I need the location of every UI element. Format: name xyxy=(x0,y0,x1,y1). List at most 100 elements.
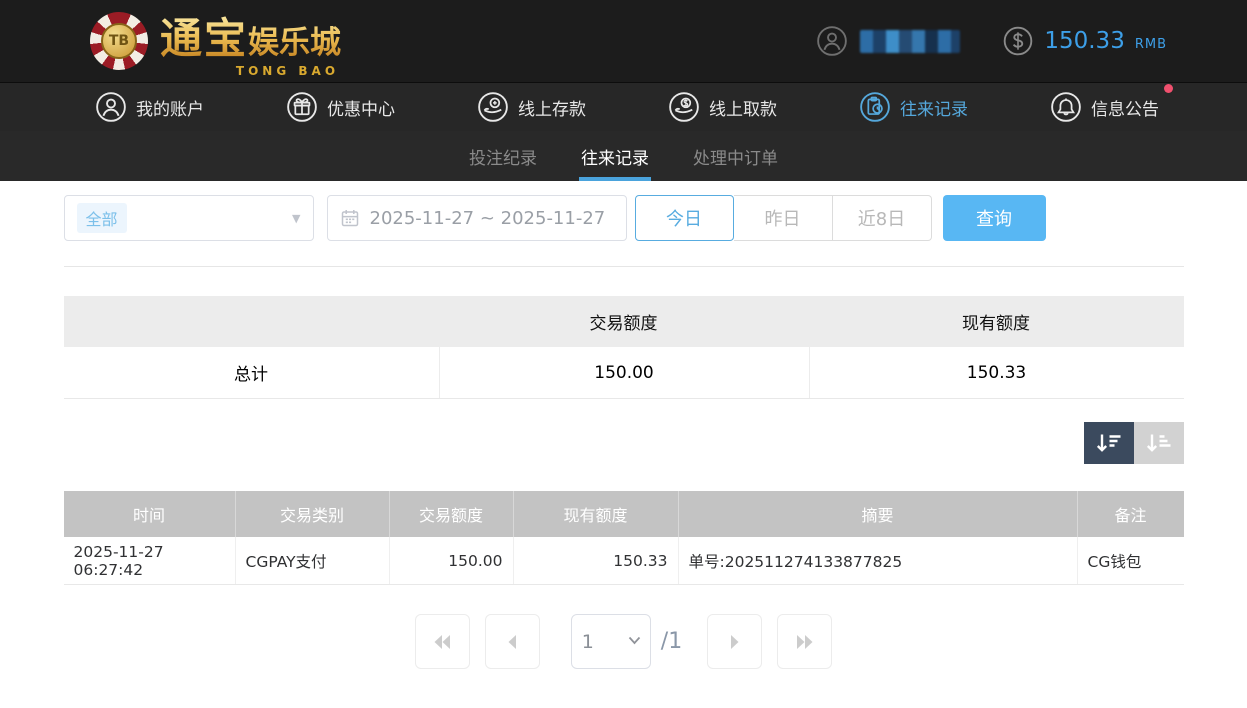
nav-label: 线上取款 xyxy=(709,99,777,120)
username-blurred xyxy=(860,29,961,53)
col-header-note: 备注 xyxy=(1076,491,1184,537)
nav-label: 优惠中心 xyxy=(327,99,395,120)
table-row: 2025-11-27 06:27:42 CGPAY支付 150.00 150.3… xyxy=(63,537,1184,585)
period-today-button[interactable]: 今日 xyxy=(634,195,734,241)
content: 全部 ▼ 2025-11-27 ~ 2025-11-27 今日 昨日 近8日 查… xyxy=(63,181,1184,669)
gift-icon xyxy=(287,92,317,122)
transactions-table: 时间 交易类别 交易额度 现有额度 摘要 备注 2025-11-27 06:27… xyxy=(63,491,1184,585)
cell-time: 2025-11-27 06:27:42 xyxy=(73,542,164,579)
nav-item-deposit[interactable]: 线上存款 xyxy=(477,91,586,123)
nav-item-announcements[interactable]: 信息公告 xyxy=(1050,84,1173,123)
summary-header-current-balance: 现有额度 xyxy=(962,314,1030,334)
deposit-hand-coin-icon xyxy=(478,92,508,122)
col-header-time: 时间 xyxy=(132,506,165,525)
bell-icon xyxy=(1051,92,1081,122)
col-header-type: 交易类别 xyxy=(234,491,389,537)
left-arrow-icon xyxy=(508,634,517,649)
cell-type: CGPAY支付 xyxy=(234,537,389,584)
summary-total-row: 总计 150.00 150.33 xyxy=(63,347,1184,399)
tab-label: 投注纪录 xyxy=(469,148,537,169)
double-right-arrow-icon xyxy=(796,634,813,649)
summary-total-label: 总计 xyxy=(234,365,268,385)
dollar-coin-icon xyxy=(1004,26,1033,56)
active-tab-underline xyxy=(579,177,651,181)
query-button[interactable]: 查询 xyxy=(942,195,1046,241)
logo-title: 通宝娱乐城 xyxy=(160,5,341,66)
tab-transaction-records[interactable]: 往来记录 xyxy=(579,131,651,181)
first-page-button[interactable] xyxy=(414,614,470,669)
tab-label: 处理中订单 xyxy=(693,148,778,169)
user-menu[interactable] xyxy=(816,25,961,57)
person-icon xyxy=(96,92,126,122)
type-select[interactable]: 全部 ▼ xyxy=(63,195,314,241)
double-left-arrow-icon xyxy=(434,634,451,649)
pagination: 1 /1 xyxy=(64,614,1184,669)
page-select-wrap: 1 xyxy=(570,614,651,669)
summary-header-trade-amount: 交易额度 xyxy=(589,314,658,334)
poker-chip-icon: TB xyxy=(90,12,148,70)
sub-navigation: 投注纪录 往来记录 处理中订单 xyxy=(0,131,1247,181)
cell-note: CG钱包 xyxy=(1076,537,1184,584)
nav-label: 往来记录 xyxy=(900,99,968,120)
logo-title-sub: 娱乐城 xyxy=(248,24,342,61)
sort-ascending-button[interactable] xyxy=(1133,422,1184,464)
period-yesterday-button[interactable]: 昨日 xyxy=(733,195,833,241)
col-header-summary: 摘要 xyxy=(677,491,1077,537)
tab-betting-records[interactable]: 投注纪录 xyxy=(467,131,539,181)
site-logo[interactable]: TB 通宝娱乐城 TONG BAO xyxy=(90,5,341,78)
user-area: 150.33 RMB xyxy=(816,25,1167,57)
summary-current-balance: 150.33 xyxy=(808,347,1184,398)
avatar-icon xyxy=(817,26,848,56)
page-select[interactable]: 1 xyxy=(570,614,651,669)
nav-label: 信息公告 xyxy=(1091,99,1159,120)
top-header: TB 通宝娱乐城 TONG BAO 150.33 RMB xyxy=(0,0,1247,82)
period-button-group: 今日 昨日 近8日 xyxy=(634,195,932,241)
sort-controls xyxy=(64,422,1184,464)
col-header-balance: 现有额度 xyxy=(512,491,678,537)
filter-bar: 全部 ▼ 2025-11-27 ~ 2025-11-27 今日 昨日 近8日 查… xyxy=(63,195,1184,241)
sort-ascending-icon xyxy=(1146,434,1171,452)
logo-title-main: 通宝 xyxy=(160,13,249,63)
withdraw-hand-coin-icon xyxy=(669,92,699,122)
sort-descending-button[interactable] xyxy=(1083,422,1134,464)
total-pages-label: /1 xyxy=(660,629,683,654)
cell-summary: 单号:202511274133877825 xyxy=(677,537,1077,584)
cell-balance: 150.33 xyxy=(512,537,678,584)
sort-descending-icon xyxy=(1096,434,1121,452)
next-page-button[interactable] xyxy=(707,614,763,669)
col-header-amount: 交易额度 xyxy=(388,491,513,537)
nav-item-promotions[interactable]: 优惠中心 xyxy=(286,91,395,123)
main-navigation: 我的账户 优惠中心 线上存款 线上取款 往来记录 信息公告 xyxy=(0,82,1247,131)
section-divider xyxy=(63,266,1184,267)
page: TB 通宝娱乐城 TONG BAO 150.33 RMB 我的账户 优惠中心 线… xyxy=(0,0,1247,708)
logo-subtitle: TONG BAO xyxy=(235,63,340,78)
prev-page-button[interactable] xyxy=(484,614,540,669)
nav-item-my-account[interactable]: 我的账户 xyxy=(95,91,204,123)
nav-label: 我的账户 xyxy=(136,99,204,120)
cell-amount: 150.00 xyxy=(388,537,513,584)
notification-dot xyxy=(1164,84,1173,93)
date-range-input[interactable]: 2025-11-27 ~ 2025-11-27 xyxy=(326,195,627,241)
summary-trade-amount: 150.00 xyxy=(438,347,809,398)
tab-processing-orders[interactable]: 处理中订单 xyxy=(691,131,780,181)
logo-text: 通宝娱乐城 TONG BAO xyxy=(160,5,341,78)
period-last8days-button[interactable]: 近8日 xyxy=(832,195,932,241)
last-page-button[interactable] xyxy=(777,614,833,669)
tab-label: 往来记录 xyxy=(581,148,649,169)
date-range-value: 2025-11-27 ~ 2025-11-27 xyxy=(369,207,606,229)
nav-item-transactions[interactable]: 往来记录 xyxy=(859,91,968,123)
nav-label: 线上存款 xyxy=(518,99,586,120)
calendar-icon xyxy=(341,210,358,227)
nav-item-withdraw[interactable]: 线上取款 xyxy=(668,91,777,123)
balance-amount: 150.33 xyxy=(1044,28,1125,54)
chip-label: TB xyxy=(101,23,137,59)
summary-table-header: 交易额度 现有额度 xyxy=(63,296,1184,347)
records-clipboard-clock-icon xyxy=(860,92,890,122)
selected-type-tag: 全部 xyxy=(76,203,127,233)
summary-table: 交易额度 现有额度 总计 150.00 150.33 xyxy=(63,296,1184,399)
right-arrow-icon xyxy=(730,634,739,649)
caret-down-icon: ▼ xyxy=(292,211,301,225)
balance-currency: RMB xyxy=(1134,36,1167,52)
balance-display: 150.33 RMB xyxy=(1002,25,1167,57)
transactions-table-header: 时间 交易类别 交易额度 现有额度 摘要 备注 xyxy=(63,491,1184,537)
